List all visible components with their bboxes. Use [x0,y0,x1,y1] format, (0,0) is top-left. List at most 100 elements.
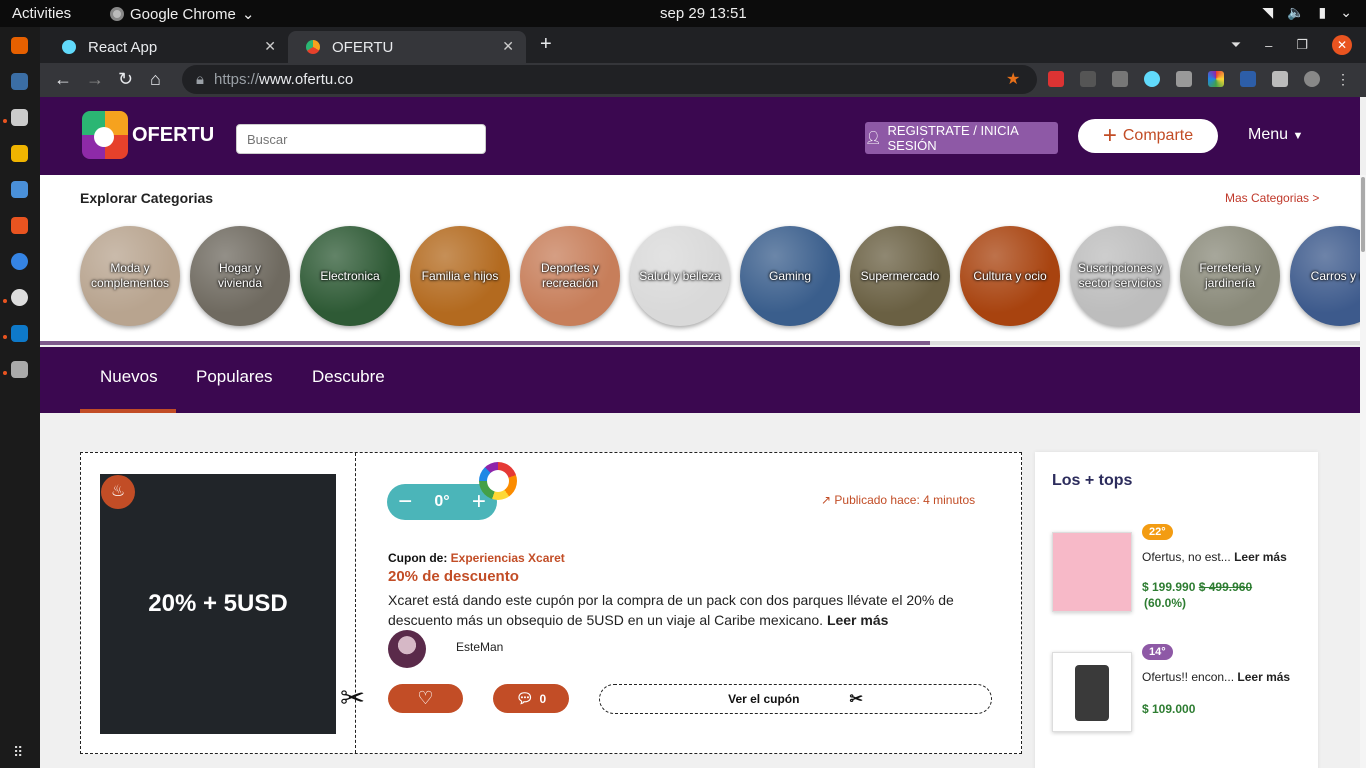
tab-ofertu[interactable]: OFERTU ✕ [288,31,526,63]
category-label: Supermercado [860,268,940,283]
extension-icon[interactable] [1048,71,1064,87]
chevron-down-icon: ⌄ [241,6,255,23]
clock[interactable]: sep 29 13:51 [660,5,747,22]
image-viewer-icon[interactable] [11,361,28,378]
reload-icon[interactable]: ↻ [118,69,133,90]
category-item[interactable]: Carros y m [1290,226,1366,326]
category-item[interactable]: Deportes y recreación [520,226,620,326]
help-icon[interactable] [11,253,28,270]
colorpick-icon[interactable] [1208,71,1224,87]
top-deal-title: Ofertus!! encon... [1142,670,1235,684]
chrome-icon[interactable] [11,289,28,306]
firefox-icon[interactable] [11,37,28,54]
tab-nuevos[interactable]: Nuevos [100,367,158,387]
tab-react-app[interactable]: React App ✕ [44,31,288,63]
comments-button[interactable]: 💬︎ 0 [493,684,569,713]
new-tab-button[interactable]: + [540,33,552,56]
tab-populares[interactable]: Populares [196,367,273,387]
category-label: Carros y m [1310,268,1366,283]
puzzle-icon[interactable] [1272,71,1288,87]
top-deal-item[interactable]: 22° Ofertus, no est... Leer más $ 199.99… [1052,524,1312,612]
more-icon[interactable]: ⋮ [1336,71,1352,87]
read-more-link[interactable]: Leer más [1237,670,1290,684]
old-price: $ 499.960 [1198,580,1253,594]
files-icon[interactable] [11,109,28,126]
forward-icon[interactable]: → [86,69,104,90]
rhythmbox-icon[interactable] [11,145,28,162]
app-menu[interactable]: Google Chrome ⌄ [110,5,254,23]
close-window-button[interactable]: ✕ [1332,35,1352,55]
category-item[interactable]: Ferreteria y jardinería [1180,226,1280,326]
page-scrollbar[interactable] [1360,175,1366,768]
see-coupon-button[interactable]: Ver el cupón ✂ [599,684,992,714]
thunderbird-icon[interactable] [11,73,28,90]
bookmark-star-icon[interactable]: ★ [1006,69,1020,89]
category-item[interactable]: Salud y belleza [630,226,730,326]
register-login-button[interactable]: 👤︎ REGISTRATE / INICIA SESIÓN [865,122,1058,154]
maximize-button[interactable]: ❐ [1296,37,1308,53]
extension-icon[interactable] [1176,71,1192,87]
category-label: Ferreteria y jardinería [1199,261,1261,290]
close-icon[interactable]: ✕ [502,38,514,55]
temperature-gauge-icon [479,462,517,500]
product-thumbnail[interactable] [1052,532,1132,612]
home-icon[interactable]: ⌂ [150,69,161,90]
window-controls: ⏷ – ❐ ✕ [1231,35,1352,55]
product-thumbnail[interactable] [1052,652,1132,732]
author-avatar[interactable] [388,630,426,668]
category-label: Deportes y recreación [540,261,600,290]
volume-icon: 🔈 [1287,4,1305,20]
software-icon[interactable] [11,217,28,234]
close-icon[interactable]: ✕ [264,38,276,55]
system-tray[interactable]: ◥ 🔈 ▮ ⌄ [1262,4,1352,21]
category-item[interactable]: Suscripciones y sector servicios [1070,226,1170,326]
writer-icon[interactable] [11,181,28,198]
tab-search-icon[interactable]: ⏷ [1231,37,1241,53]
comment-count: 0 [539,691,547,706]
published-time: ↗ Publicado hace: 4 minutos [821,493,975,507]
coupon-prefix: Cupon de: [388,551,448,565]
tab-descubre[interactable]: Descubre [312,367,385,387]
category-item[interactable]: Familia e hijos [410,226,510,326]
deal-card: 20% + 5USD ♨ ✂ − 0° + ↗ Publicado hace: … [80,452,1022,754]
extension-icon[interactable] [1240,71,1256,87]
register-label: REGISTRATE / INICIA SESIÓN [887,123,1019,153]
volume-extension-icon[interactable] [1112,71,1128,87]
like-button[interactable]: ♡ [388,684,463,713]
category-item[interactable]: Hogar y vivienda [190,226,290,326]
back-icon[interactable]: ← [54,69,72,90]
deal-image[interactable]: 20% + 5USD [100,474,336,734]
tab-title: OFERTU [332,38,394,56]
more-categories-link[interactable]: Mas Categorias > [1225,191,1319,205]
site-logo[interactable]: OFERTU [82,111,214,159]
minimize-button[interactable]: – [1265,38,1272,53]
read-more-link[interactable]: Leer más [1234,550,1287,564]
activities-button[interactable]: Activities [12,5,71,22]
address-bar[interactable]: 🔒︎ https://www.ofertu.co [182,65,1037,94]
extension-icon[interactable] [1080,71,1096,87]
coupon-brand-link[interactable]: Experiencias Xcaret [451,551,565,565]
deal-title[interactable]: 20% de descuento [388,568,519,585]
profile-avatar[interactable] [1304,71,1320,87]
read-more-link[interactable]: Leer más [827,612,888,628]
vscode-icon[interactable] [11,325,28,342]
react-devtools-icon[interactable] [1144,71,1160,87]
menu-button[interactable]: Menu ▼ [1248,126,1303,144]
vote-count: 0° [434,493,450,510]
category-item[interactable]: Gaming [740,226,840,326]
top-deal-item[interactable]: 14° Ofertus!! encon... Leer más $ 109.00… [1052,644,1312,732]
author-name[interactable]: EsteMan [456,640,503,654]
price: $ 109.000 [1142,702,1195,716]
show-apps-icon[interactable]: ⠿ [13,744,23,761]
category-item[interactable]: Electronica [300,226,400,326]
categories-scrollbar[interactable] [40,341,1360,345]
category-label: Familia e hijos [421,268,499,283]
category-item[interactable]: Supermercado [850,226,950,326]
extensions-bar: ⋮ [1048,71,1352,87]
share-button[interactable]: + Comparte [1078,119,1218,153]
vote-down-button[interactable]: − [398,488,412,516]
category-item[interactable]: Cultura y ocio [960,226,1060,326]
search-input[interactable] [236,124,486,154]
category-item[interactable]: Moda y complementos [80,226,180,326]
feed-tabs: Nuevos Populares Descubre [40,347,1360,413]
